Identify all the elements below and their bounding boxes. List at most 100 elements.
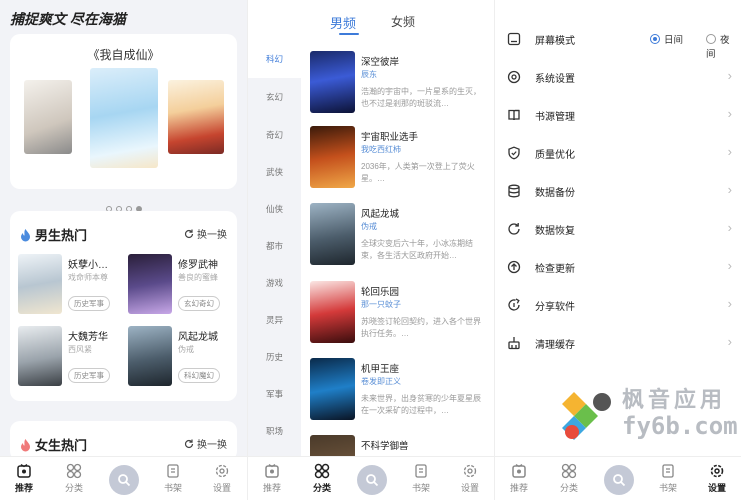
category-sidebar: 科幻 玄幻 奇幻 武侠 仙侠 都市 游戏 灵异 历史 军事 职场 (248, 40, 301, 456)
carousel-cover-right[interactable] (168, 80, 224, 154)
radio-selected-icon (650, 34, 660, 44)
category-screen: 男频 女频 科幻 玄幻 奇幻 武侠 仙侠 都市 游戏 灵异 历史 军事 职场 深… (247, 0, 494, 500)
bottom-tabbar: 推荐 分类 书架 设置 (495, 456, 741, 500)
settings-item-system[interactable]: 系统设置 › (507, 64, 732, 94)
chevron-right-icon: › (727, 258, 732, 273)
book-cover (310, 51, 355, 113)
category-item[interactable]: 历史 (248, 338, 301, 376)
book-cover (18, 326, 62, 386)
search-button[interactable] (109, 465, 139, 495)
book-card[interactable]: 修罗武神 善良的蜜蜂 玄幻奇幻 (128, 254, 236, 314)
book-cover (310, 203, 355, 265)
bottom-tabbar: 推荐 分类 书架 设置 (248, 456, 494, 500)
tab-bookshelf[interactable]: 书架 (401, 463, 441, 494)
book-card[interactable]: 大魏芳华 西风紧 历史军事 (18, 326, 126, 386)
book-cover (310, 435, 355, 456)
book-genre-tag[interactable]: 玄幻奇幻 (178, 296, 220, 311)
chevron-right-icon: › (727, 334, 732, 349)
gear-icon (463, 464, 477, 478)
book-cover (18, 254, 62, 314)
book-description: 全球灾变后六十年，小冰冻期结束，各生活大区政府开始… (361, 239, 473, 260)
settings-item-label: 检查更新 (535, 264, 575, 275)
book-cover (310, 126, 355, 188)
list-item[interactable]: 机甲王座 卷发即正义 未来世界，出身贫寒的少年夏星辰在一次采矿的过程中，… (310, 358, 490, 424)
search-button[interactable] (357, 465, 387, 495)
bottom-tabbar: 推荐 分类 书架 设置 (0, 456, 247, 500)
book-genre-tag[interactable]: 科幻魔幻 (178, 368, 220, 383)
watermark-name: 枫音应用 (622, 387, 727, 412)
featured-title: 《我自成仙》 (87, 48, 160, 62)
tab-recommend[interactable]: 推荐 (252, 463, 292, 494)
book-card[interactable]: 风起龙城 伪戒 科幻魔幻 (128, 326, 236, 386)
tab-recommend[interactable]: 推荐 (499, 463, 539, 494)
tab-female[interactable]: 女频 (391, 13, 415, 30)
list-item[interactable]: 不科学御兽 (310, 435, 490, 456)
tab-bookshelf[interactable]: 书架 (153, 463, 193, 494)
settings-item-update[interactable]: 检查更新 › (507, 254, 732, 284)
settings-item-quality[interactable]: 质量优化 › (507, 140, 732, 170)
settings-item-share[interactable]: 分享软件 › (507, 292, 732, 322)
category-item[interactable]: 灵异 (248, 301, 301, 339)
tab-settings[interactable]: 设置 (697, 463, 737, 494)
home-icon (265, 463, 279, 478)
book-title: 风起龙城 (178, 332, 218, 343)
category-item[interactable]: 奇幻 (248, 116, 301, 154)
settings-item-label: 清理缓存 (535, 340, 575, 351)
book-author[interactable]: 那一只蚊子 (361, 299, 401, 310)
tab-settings[interactable]: 设置 (202, 463, 242, 494)
tab-category[interactable]: 分类 (302, 463, 342, 494)
book-card[interactable]: 妖孽小… 戏命师本尊 历史军事 (18, 254, 126, 314)
night-mode-radio[interactable]: 夜间 (706, 32, 732, 60)
shield-icon (508, 146, 520, 160)
settings-item-label: 分享软件 (535, 302, 575, 313)
settings-item-label: 数据备份 (535, 188, 575, 199)
featured-carousel[interactable]: 《我自成仙》 (10, 34, 237, 212)
tab-category[interactable]: 分类 (549, 463, 589, 494)
book-author[interactable]: 卷发即正义 (361, 376, 401, 387)
male-swap-button[interactable]: 换一换 (184, 226, 227, 241)
male-hot-section: 男生热门 换一换 妖孽小… 戏命师本尊 历史军事 修罗武神 善良的蜜蜂 玄幻奇幻… (10, 211, 237, 401)
home-icon (17, 463, 31, 478)
book-author[interactable]: 辰东 (361, 69, 377, 80)
book-genre-tag[interactable]: 历史军事 (68, 368, 110, 383)
book-source-icon (508, 109, 520, 121)
settings-item-source[interactable]: 书源管理 › (507, 102, 732, 132)
book-title: 轮回乐园 (361, 287, 400, 298)
book-genre-tag[interactable]: 历史军事 (68, 296, 110, 311)
carousel-cover-left[interactable] (24, 80, 72, 154)
settings-item-clear-cache[interactable]: 清理缓存 › (507, 330, 732, 360)
category-item[interactable]: 玄幻 (248, 78, 301, 116)
tab-category[interactable]: 分类 (54, 463, 94, 494)
list-item[interactable]: 宇宙职业选手 我吃西红柿 2036年，人类第一次登上了荧火星。… (310, 126, 490, 192)
day-mode-radio[interactable]: 日间 (650, 32, 683, 46)
list-item[interactable]: 轮回乐园 那一只蚊子 苏晓签订轮回契约，进入各个世界执行任务。… (310, 281, 490, 347)
book-author[interactable]: 我吃西红柿 (361, 144, 401, 155)
tab-bookshelf[interactable]: 书架 (648, 463, 688, 494)
list-item[interactable]: 深空彼岸 辰东 浩瀚的宇宙中，一片星系的生灭，也不过是剎那的斑驳流… (310, 51, 490, 117)
category-item[interactable]: 仙侠 (248, 190, 301, 228)
bookshelf-icon (167, 464, 179, 478)
search-button[interactable] (604, 465, 634, 495)
tab-recommend[interactable]: 推荐 (4, 463, 44, 494)
category-item[interactable]: 职场 (248, 412, 301, 450)
female-swap-button[interactable]: 换一换 (184, 436, 227, 451)
category-item[interactable]: 游戏 (248, 264, 301, 302)
settings-item-backup[interactable]: 数据备份 › (507, 178, 732, 208)
category-item[interactable]: 武侠 (248, 153, 301, 191)
category-item[interactable]: 科幻 (248, 40, 301, 78)
carousel-cover-center[interactable] (90, 68, 158, 168)
watermark-domain: fy6b.com (622, 412, 738, 440)
watermark-logo-icon (562, 392, 611, 440)
settings-item-restore[interactable]: 数据恢复 › (507, 216, 732, 246)
book-title: 深空彼岸 (361, 57, 400, 68)
book-title: 宇宙职业选手 (361, 132, 419, 143)
category-item[interactable]: 军事 (248, 375, 301, 413)
book-author[interactable]: 伪戒 (361, 221, 377, 232)
screen-mode-row: 屏幕模式 日间 夜间 (507, 26, 732, 60)
refresh-icon (184, 229, 194, 239)
tab-settings[interactable]: 设置 (450, 463, 490, 494)
tab-male[interactable]: 男频 (330, 13, 356, 32)
category-item[interactable]: 都市 (248, 227, 301, 265)
list-item[interactable]: 风起龙城 伪戒 全球灾变后六十年，小冰冻期结束，各生活大区政府开始… (310, 203, 490, 269)
book-author: 善良的蜜蜂 (178, 273, 218, 282)
